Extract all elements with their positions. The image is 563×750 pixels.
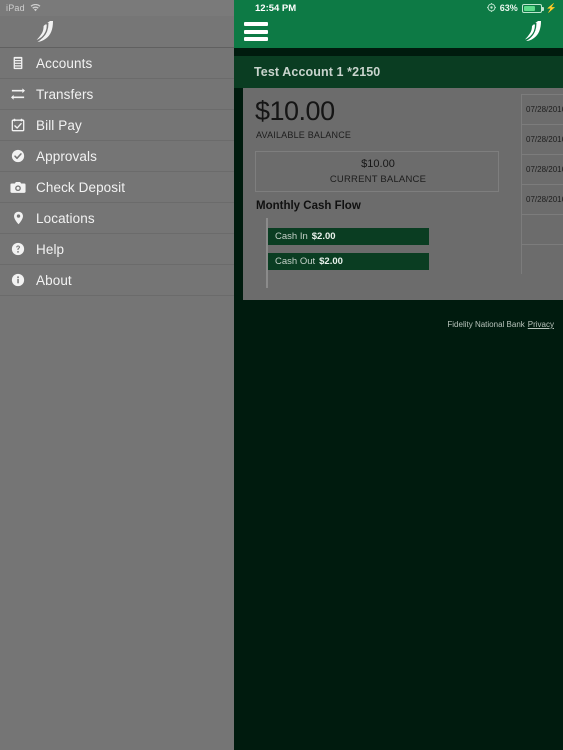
sidebar-item-label: Accounts: [36, 55, 93, 71]
footer: Fidelity National Bank Privacy: [234, 320, 563, 338]
bank-name-label: Fidelity National Bank: [447, 320, 525, 329]
sidebar-item-accounts[interactable]: Accounts: [0, 48, 234, 79]
cash-flow-title: Monthly Cash Flow: [256, 200, 361, 212]
sidebar-item-label: Bill Pay: [36, 117, 82, 133]
available-balance-label: AVAILABLE BALANCE: [256, 130, 352, 140]
top-navigation-bar: [234, 16, 563, 48]
cash-flow-chart: Cash In $2.00 Cash Out $2.00: [266, 218, 496, 288]
sidebar-item-label: About: [36, 272, 72, 288]
main-content-pane: Test Account 1 *2150 $10.00 AVAILABLE BA…: [234, 0, 563, 750]
lightning-bolt-icon: ⚡: [545, 2, 557, 13]
check-circle-icon: [6, 146, 30, 166]
table-row[interactable]: 07/28/2016: [521, 154, 563, 184]
sidebar-logo-bar: [0, 16, 234, 48]
battery-percent-label: 63%: [499, 3, 518, 13]
battery-icon: [521, 3, 544, 13]
table-row[interactable]: 07/28/2016: [521, 184, 563, 214]
table-row[interactable]: 07/28/2016: [521, 94, 563, 124]
cash-in-bar[interactable]: Cash In $2.00: [268, 228, 429, 245]
balance-section: $10.00 AVAILABLE BALANCE $10.00 CURRENT …: [243, 88, 511, 300]
transaction-date: 07/28/2016: [526, 165, 563, 174]
transaction-date: 07/28/2016: [526, 105, 563, 114]
hamburger-menu-icon[interactable]: [244, 22, 268, 41]
sidebar-item-check-deposit[interactable]: Check Deposit: [0, 172, 234, 203]
sidebar-item-label: Locations: [36, 210, 95, 226]
sidebar-item-label: Help: [36, 241, 65, 257]
cash-in-label: Cash In: [275, 231, 308, 242]
location-arrow-icon: [486, 0, 496, 17]
calendar-check-icon: [6, 115, 30, 135]
transaction-date: 07/28/2016: [526, 135, 563, 144]
current-balance-box: $10.00 CURRENT BALANCE: [255, 151, 499, 192]
device-name-label: iPad: [6, 3, 25, 13]
sidebar-item-locations[interactable]: Locations: [0, 203, 234, 234]
camera-icon: [6, 177, 30, 197]
wifi-icon: [30, 0, 41, 17]
sidebar-menu: Accounts Transfers Bill Pay Approvals Ch…: [0, 48, 234, 296]
sidebar-drawer: Accounts Transfers Bill Pay Approvals Ch…: [0, 0, 234, 750]
cash-out-bar[interactable]: Cash Out $2.00: [268, 253, 429, 270]
bank-swoosh-logo-icon: [521, 20, 545, 43]
sidebar-item-label: Approvals: [36, 148, 97, 164]
account-summary-card: $10.00 AVAILABLE BALANCE $10.00 CURRENT …: [243, 88, 563, 300]
account-title: Test Account 1 *2150: [254, 65, 381, 79]
privacy-link[interactable]: Privacy: [528, 320, 554, 329]
sidebar-item-label: Transfers: [36, 86, 94, 102]
cash-out-label: Cash Out: [275, 256, 316, 267]
map-pin-icon: [6, 208, 30, 228]
info-circle-icon: [6, 270, 30, 290]
bank-swoosh-logo-icon: [32, 20, 58, 44]
transfer-arrows-icon: [6, 84, 30, 104]
question-circle-icon: [6, 239, 30, 259]
available-balance-amount: $10.00: [255, 96, 335, 126]
app-root: Test Account 1 *2150 $10.00 AVAILABLE BA…: [0, 0, 563, 750]
table-row[interactable]: [521, 214, 563, 244]
sidebar-item-approvals[interactable]: Approvals: [0, 141, 234, 172]
transaction-date: 07/28/2016: [526, 195, 563, 204]
table-row[interactable]: [521, 244, 563, 274]
sidebar-item-label: Check Deposit: [36, 179, 126, 195]
cash-out-value: $2.00: [319, 256, 343, 267]
account-header-bar: Test Account 1 *2150: [234, 56, 563, 88]
bank-stack-icon: [6, 53, 30, 73]
sidebar-item-about[interactable]: About: [0, 265, 234, 296]
current-balance-amount: $10.00: [361, 158, 395, 170]
transaction-list-panel[interactable]: 07/28/2016 07/28/2016 07/28/2016 07/28/2…: [511, 88, 563, 300]
status-bar: iPad 12:54 PM 63% ⚡: [0, 0, 563, 16]
sidebar-empty-area: [0, 296, 234, 750]
sidebar-item-help[interactable]: Help: [0, 234, 234, 265]
status-bar-time: 12:54 PM: [255, 2, 297, 14]
sidebar-item-transfers[interactable]: Transfers: [0, 79, 234, 110]
current-balance-label: CURRENT BALANCE: [329, 174, 427, 185]
cash-in-value: $2.00: [311, 231, 336, 242]
sidebar-item-bill-pay[interactable]: Bill Pay: [0, 110, 234, 141]
table-row[interactable]: 07/28/2016: [521, 124, 563, 154]
